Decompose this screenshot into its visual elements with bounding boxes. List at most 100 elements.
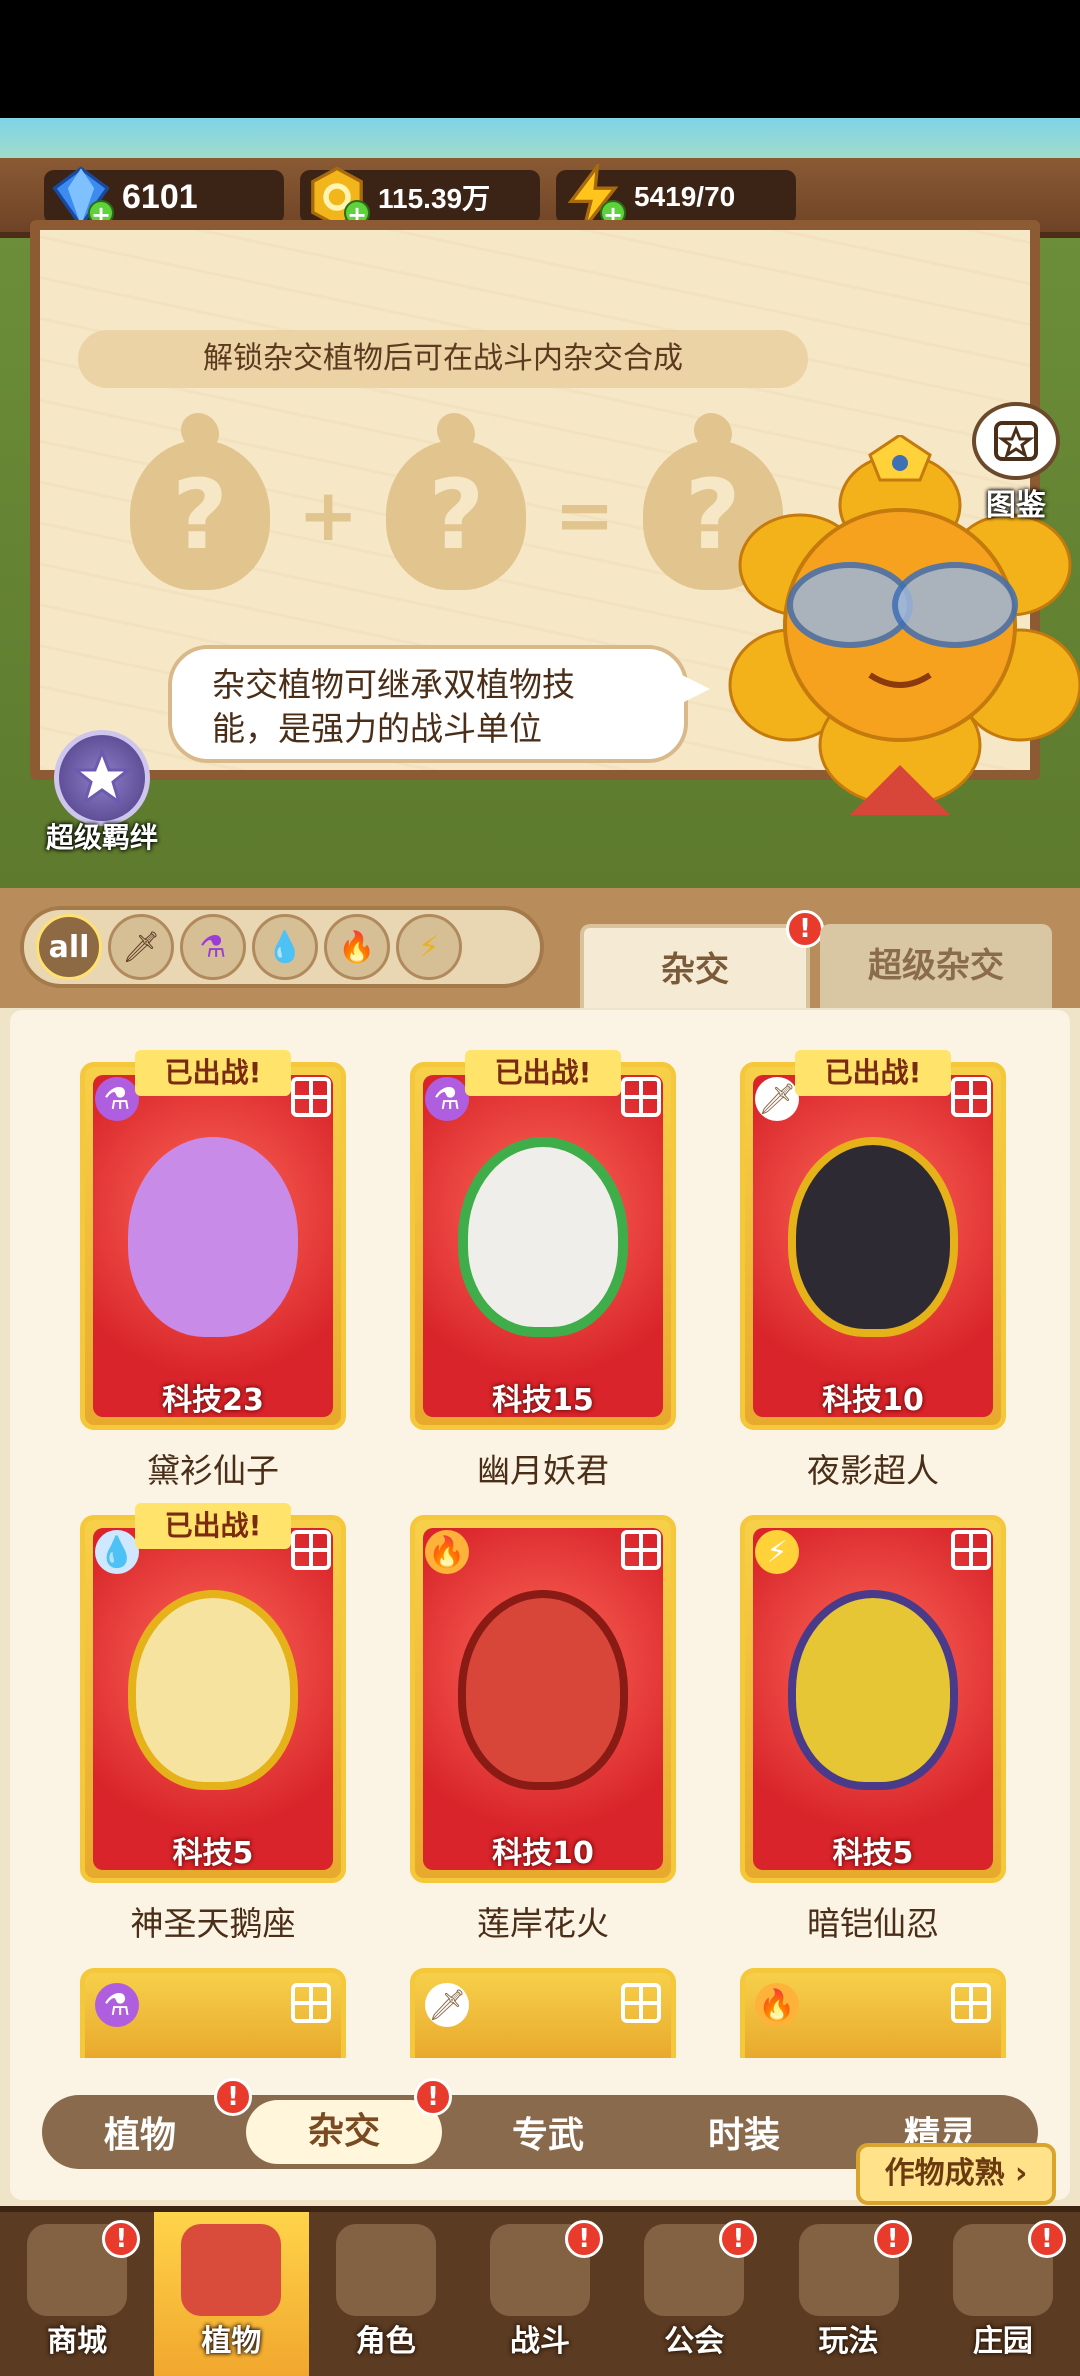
plant-portrait [788, 1590, 958, 1790]
grid-icon [951, 1983, 991, 2023]
potion-icon: ⚗ [95, 1983, 139, 2027]
super-bond-button[interactable]: 超级羁绊 [36, 730, 168, 856]
nav-label: 战斗 [509, 2324, 570, 2359]
plant-card[interactable]: 🔥 [740, 1968, 1006, 2058]
coin-value: 115.39万 [378, 183, 491, 214]
nav-label: 植物 [201, 2324, 262, 2359]
lightning-icon: ⚡ [418, 929, 440, 965]
nav-characters[interactable]: 角色 [309, 2212, 463, 2376]
bottom-navigation: ! 商城 植物 角色 ! 战斗 ! 公会 ! 玩法 ! 庄园 [0, 2206, 1080, 2376]
nav-battle[interactable]: ! 战斗 [463, 2212, 617, 2376]
coin-counter[interactable]: + 115.39万 [300, 166, 540, 228]
unlock-hint: 解锁杂交植物后可在战斗内杂交合成 [78, 330, 808, 388]
crops-ready-label: 作物成熟 [884, 2156, 1005, 2191]
tab-super-cross[interactable]: 超级杂交 [820, 924, 1052, 1008]
plant-card[interactable]: 🔥 科技10 [410, 1515, 676, 1883]
filter-potion[interactable]: ⚗ [180, 914, 246, 980]
plant-name: 莲岸花火 [477, 1904, 609, 1943]
nav-label: 玩法 [818, 2324, 879, 2359]
gem-counter[interactable]: + 6101 [44, 166, 284, 229]
sword-icon: 🗡 [121, 929, 161, 965]
atlas-button[interactable]: 图鉴 [966, 402, 1066, 523]
plant-name: 神圣天鹅座 [130, 1904, 296, 1943]
deployed-tag: 已出战! [135, 1050, 291, 1096]
potion-icon: ⚗ [95, 1077, 139, 1121]
water-drop-icon: 💧 [266, 929, 304, 965]
speech-line-2: 能，是强力的战斗单位 [212, 709, 542, 748]
filter-sword[interactable]: 🗡 [108, 914, 174, 980]
nav-shop[interactable]: ! 商城 [0, 2212, 154, 2376]
plants-icon [181, 2224, 282, 2316]
plant-name: 黛衫仙子 [147, 1451, 279, 1490]
subnav-cross[interactable]: 杂交 [246, 2100, 442, 2164]
star-icon [54, 730, 150, 826]
filter-water[interactable]: 💧 [252, 914, 318, 980]
element-filter-bar: all 🗡 ⚗ 💧 🔥 ⚡ [20, 906, 544, 988]
plant-card[interactable]: ⚗ 科技23 [80, 1062, 346, 1430]
plant-card[interactable]: ⚡ 科技5 [740, 1515, 1006, 1883]
filter-fire[interactable]: 🔥 [324, 914, 390, 980]
character-icon [335, 2224, 436, 2316]
nav-guild[interactable]: ! 公会 [617, 2212, 771, 2376]
equals-icon: = [554, 473, 615, 557]
alert-badge-icon: ! [719, 2220, 758, 2258]
water-drop-icon: 💧 [95, 1530, 139, 1574]
book-icon [972, 402, 1060, 480]
alert-badge-icon: ! [873, 2220, 912, 2258]
filter-lightning[interactable]: ⚡ [396, 914, 462, 980]
plant-portrait [128, 1137, 298, 1337]
nav-label: 角色 [355, 2324, 416, 2359]
grid-icon [291, 1983, 331, 2023]
grid-icon [291, 1077, 331, 1117]
plant-card[interactable]: ⚗ 科技15 [410, 1062, 676, 1430]
plant-portrait [458, 1137, 628, 1337]
speech-line-1: 杂交植物可继承双植物技 [212, 665, 575, 704]
plus-icon: + [298, 473, 359, 557]
sword-icon: 🗡 [425, 1983, 469, 2027]
deployed-tag: 已出战! [465, 1050, 621, 1096]
chevron-right-icon: › [1015, 2156, 1028, 2191]
deployed-tag: 已出战! [135, 1503, 291, 1549]
filter-all[interactable]: all [36, 914, 102, 980]
grid-icon [951, 1077, 991, 1117]
unknown-plant-icon [386, 440, 527, 590]
lightning-icon: ⚡ [755, 1530, 799, 1574]
grid-icon [951, 1530, 991, 1570]
alert-badge-icon: ! [102, 2220, 141, 2258]
deployed-tag: 已出战! [795, 1050, 951, 1096]
alert-badge-icon: ! [786, 910, 824, 948]
plant-portrait [788, 1137, 958, 1337]
fire-icon: 🔥 [338, 929, 376, 965]
speech-bubble: 杂交植物可继承双植物技 能，是强力的战斗单位 [168, 645, 710, 763]
plant-card[interactable]: 💧 科技5 [80, 1515, 346, 1883]
energy-counter[interactable]: + 5419/70 [556, 164, 796, 229]
unknown-plant-icon [130, 440, 270, 590]
nav-manor[interactable]: ! 庄园 [926, 2212, 1080, 2376]
hybrid-formula: + = [130, 440, 783, 590]
tab-cross[interactable]: 杂交 [580, 924, 810, 1008]
tech-level: 科技23 [162, 1383, 264, 1418]
plant-name: 夜影超人 [807, 1451, 939, 1490]
atlas-label: 图鉴 [986, 488, 1046, 523]
subnav-costume[interactable]: 时装 [646, 2106, 842, 2158]
sword-icon: 🗡 [755, 1077, 799, 1121]
nav-plants[interactable]: 植物 [154, 2212, 309, 2376]
alert-badge-icon: ! [214, 2078, 252, 2116]
nav-label: 庄园 [972, 2324, 1033, 2359]
subnav-plants[interactable]: 植物 [42, 2106, 238, 2158]
plant-card[interactable]: ⚗ [80, 1968, 346, 2058]
nav-label: 商城 [47, 2324, 108, 2359]
tech-level: 科技5 [832, 1836, 914, 1871]
nav-gameplay[interactable]: ! 玩法 [771, 2212, 925, 2376]
energy-value: 5419/70 [634, 181, 736, 212]
plant-card[interactable]: 🗡 [410, 1968, 676, 2058]
fire-icon: 🔥 [425, 1530, 469, 1574]
plant-card[interactable]: 🗡 科技10 [740, 1062, 1006, 1430]
grid-icon [621, 1983, 661, 2023]
nav-label: 公会 [664, 2324, 725, 2359]
subnav-exclusive-weapon[interactable]: 专武 [450, 2106, 646, 2158]
plant-name: 暗铠仙忍 [807, 1904, 939, 1943]
crops-ready-button[interactable]: 作物成熟 › [856, 2143, 1056, 2205]
potion-icon: ⚗ [199, 929, 227, 965]
grid-icon [291, 1530, 331, 1570]
